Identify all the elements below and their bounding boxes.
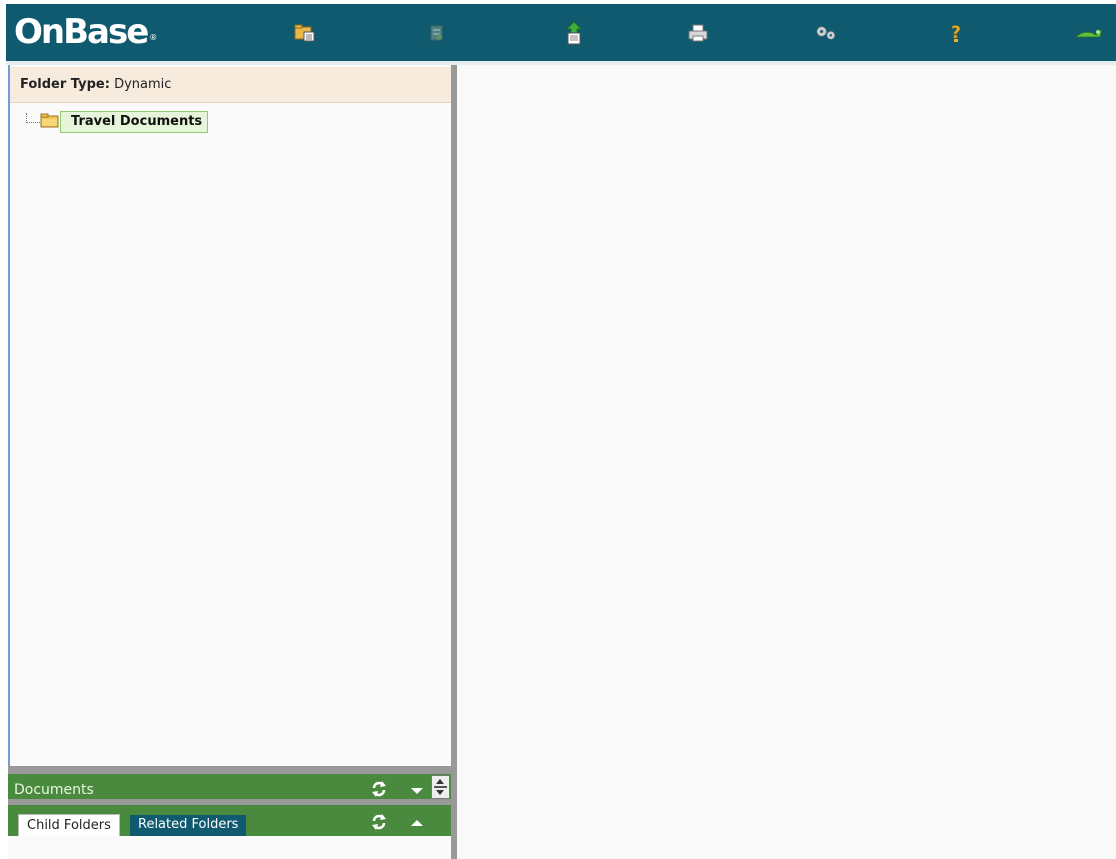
tab-child-folders[interactable]: Child Folders [18,814,120,838]
horizontal-splitter[interactable] [8,766,451,774]
scroll-up-arrow-icon [436,779,444,784]
exit-icon [1075,27,1103,38]
tree-connector [26,113,40,123]
help-button[interactable]: ? [943,20,969,46]
open-folder-button[interactable] [292,20,318,46]
retrieve-document-icon [430,25,443,41]
folder-type-value: Dynamic [114,77,172,92]
settings-gears-icon [816,26,836,40]
scroll-down-arrow-icon [436,790,444,795]
help-icon: ? [951,23,961,44]
documents-refresh-button[interactable] [369,779,389,799]
upload-document-button[interactable] [561,20,587,46]
chevron-up-icon [411,820,423,826]
retrieve-document-button[interactable] [423,20,449,46]
exit-button[interactable] [1072,20,1106,46]
documents-collapse-button[interactable] [408,783,426,797]
tree-node-travel-documents[interactable]: Travel Documents [60,111,209,133]
folder-icon [40,113,59,128]
documents-scroll-control[interactable] [431,775,450,799]
chevron-down-icon [411,788,423,794]
refresh-icon [372,781,386,797]
open-folder-icon [294,24,315,42]
print-button[interactable] [685,20,711,46]
folders-content-area [8,836,451,859]
folder-panel: Folder Type: Dynamic Travel Documents [8,65,453,859]
tab-related-folders[interactable]: Related Folders [130,815,247,836]
refresh-icon [372,814,386,830]
folders-expand-button[interactable] [408,816,426,830]
app-header: OnBase ® ? [6,4,1116,61]
print-icon [688,24,708,42]
folders-refresh-button[interactable] [369,812,389,832]
documents-bar-label: Documents [14,782,94,798]
settings-button[interactable] [814,20,840,46]
folder-type-label: Folder Type: [20,77,110,92]
folder-type-header: Folder Type: Dynamic [10,67,453,103]
scroll-grip [434,786,447,788]
upload-document-icon [566,21,582,45]
onbase-logo: OnBase ® [14,12,158,52]
document-viewer-pane [457,65,1116,859]
